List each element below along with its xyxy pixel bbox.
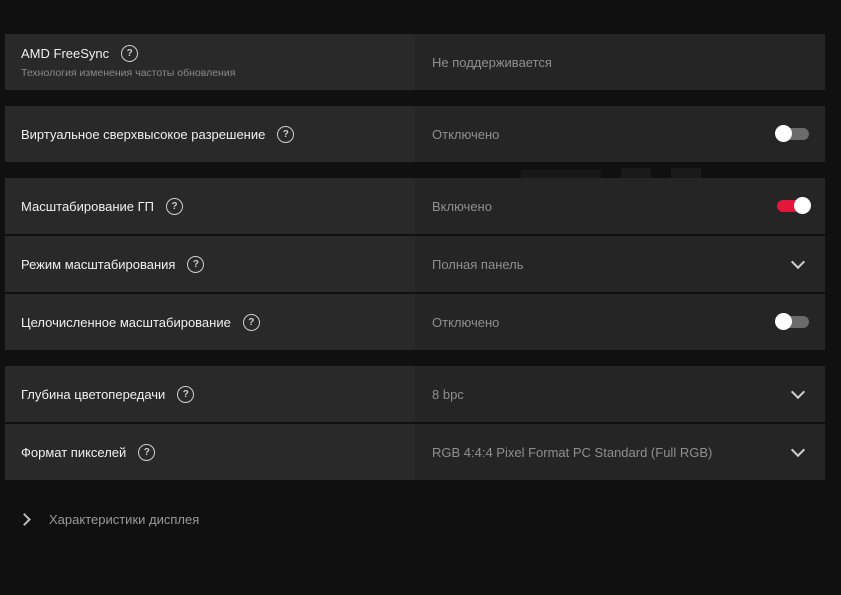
pixel-format-dropdown[interactable]: RGB 4:4:4 Pixel Format PC Standard (Full… (416, 424, 825, 480)
setting-row-scaling-mode: Режим масштабирования ? Полная панель (5, 236, 825, 292)
top-strip (0, 0, 841, 8)
display-specs-label: Характеристики дисплея (49, 512, 200, 527)
gpu-scaling-toggle[interactable] (777, 197, 811, 214)
scaling-mode-dropdown[interactable]: Полная панель (416, 236, 825, 292)
freesync-group: AMD FreeSync ? Технология изменения част… (5, 34, 825, 92)
chevron-right-icon[interactable] (18, 513, 31, 526)
setting-value: Отключено (432, 126, 500, 142)
help-icon[interactable]: ? (177, 385, 195, 403)
setting-value: Не поддерживается (432, 54, 552, 70)
chevron-down-icon[interactable] (790, 254, 806, 270)
toggle-knob (775, 125, 792, 142)
setting-value: Полная панель (432, 256, 524, 272)
toggle-knob (794, 197, 811, 214)
setting-row-pixel-format: Формат пикселей ? RGB 4:4:4 Pixel Format… (5, 424, 825, 480)
help-icon[interactable]: ? (187, 255, 205, 273)
help-icon[interactable]: ? (242, 313, 260, 331)
setting-value: RGB 4:4:4 Pixel Format PC Standard (Full… (432, 444, 713, 460)
setting-row-gpu-scaling: Масштабирование ГП ? Включено (5, 178, 825, 234)
color-group: Глубина цветопередачи ? 8 bpc Формат пик… (5, 366, 825, 482)
scaling-group: Масштабирование ГП ? Включено Режим масш… (5, 178, 825, 352)
vsr-toggle[interactable] (775, 125, 809, 142)
help-icon[interactable]: ? (166, 197, 183, 215)
help-icon[interactable]: ? (121, 45, 139, 62)
chevron-down-icon[interactable] (790, 384, 806, 400)
setting-label: Виртуальное сверхвысокое разрешение (21, 126, 266, 142)
chevron-down-icon[interactable] (790, 442, 806, 458)
setting-label: Масштабирование ГП (21, 198, 154, 214)
setting-label: Режим масштабирования (21, 256, 176, 272)
vsr-group: Виртуальное сверхвысокое разрешение ? От… (5, 106, 825, 164)
setting-value: Отключено (432, 314, 500, 330)
setting-label: Формат пикселей (21, 444, 127, 460)
help-icon[interactable]: ? (138, 443, 156, 461)
toggle-knob (775, 313, 792, 330)
setting-label: Целочисленное масштабирование (21, 314, 231, 330)
setting-label: AMD FreeSync (21, 46, 110, 61)
setting-description: Технология изменения частоты обновления (21, 67, 236, 79)
display-specs-expander[interactable]: Характеристики дисплея (18, 512, 200, 527)
color-depth-dropdown[interactable]: 8 bpc (416, 366, 825, 422)
help-icon[interactable]: ? (277, 125, 295, 143)
setting-row-color-depth: Глубина цветопередачи ? 8 bpc (5, 366, 825, 422)
setting-value: Включено (432, 198, 492, 214)
setting-value: 8 bpc (432, 386, 464, 402)
integer-scaling-toggle[interactable] (775, 313, 809, 330)
setting-row-freesync: AMD FreeSync ? Технология изменения част… (5, 34, 825, 90)
setting-row-vsr: Виртуальное сверхвысокое разрешение ? От… (5, 106, 825, 162)
setting-label: Глубина цветопередачи (21, 386, 166, 402)
setting-row-integer-scaling: Целочисленное масштабирование ? Отключен… (5, 294, 825, 350)
